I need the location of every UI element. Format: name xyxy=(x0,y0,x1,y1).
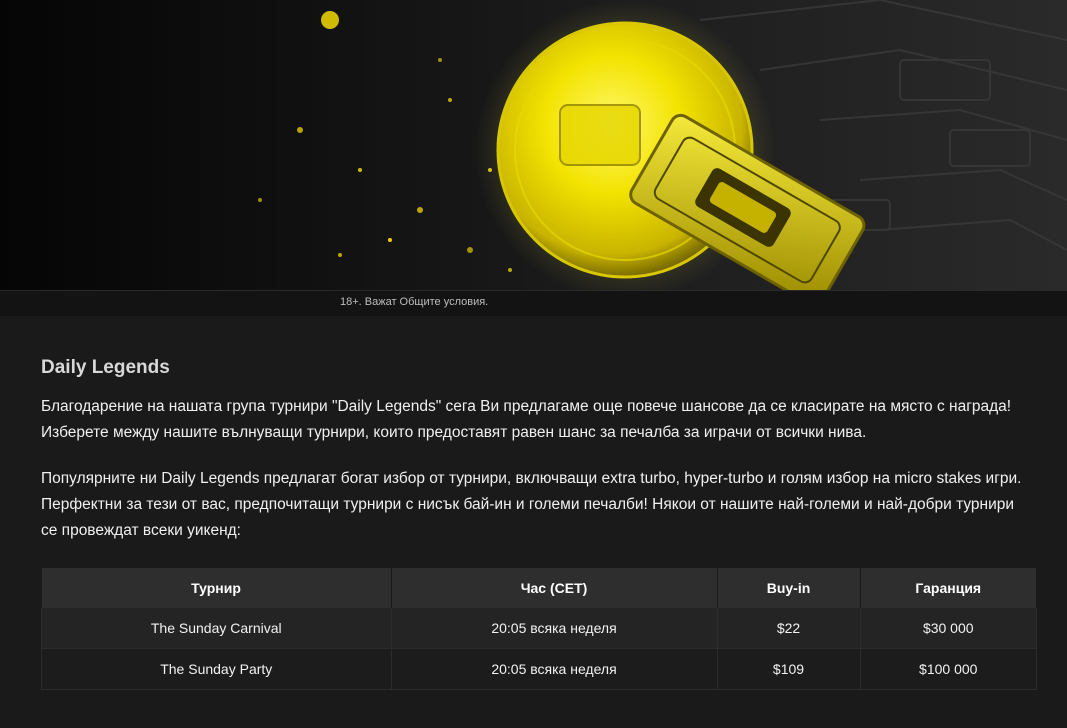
column-header-time: Час (CET) xyxy=(391,568,718,608)
intro-paragraph: Благодарение на нашата група турнири "Da… xyxy=(41,398,1012,441)
article-content: Daily Legends Благодарение на нашата гру… xyxy=(0,316,1067,690)
hero-artwork xyxy=(0,0,1067,290)
cell-tournament: The Sunday Party xyxy=(41,648,392,690)
cell-time: 20:05 всяка неделя xyxy=(391,608,718,649)
column-header-buyin: Buy-in xyxy=(717,568,861,608)
cell-buyin: $22 xyxy=(717,608,861,649)
table-header-row: Турнир Час (CET) Buy-in Гаранция xyxy=(41,568,1037,608)
age-disclaimer: 18+. Важат Общите условия. xyxy=(340,296,489,308)
table-row: The Sunday Party 20:05 всяка неделя $109… xyxy=(41,648,1037,690)
cell-time: 20:05 всяка неделя xyxy=(391,648,718,690)
cell-guarantee: $30 000 xyxy=(860,608,1037,649)
cell-buyin: $109 xyxy=(717,648,861,690)
table-row: The Sunday Carnival 20:05 всяка неделя $… xyxy=(41,608,1037,649)
column-header-guarantee: Гаранция xyxy=(860,568,1037,608)
cell-tournament: The Sunday Carnival xyxy=(41,608,392,649)
cell-guarantee: $100 000 xyxy=(860,648,1037,690)
details-paragraph: Популярните ни Daily Legends предлагат б… xyxy=(41,470,1022,539)
tournament-table: Турнир Час (CET) Buy-in Гаранция The Sun… xyxy=(41,568,1037,690)
column-header-tournament: Турнир xyxy=(41,568,392,608)
disclaimer-bar: 18+. Важат Общите условия. xyxy=(0,290,1067,316)
hero-banner xyxy=(0,0,1067,290)
article-title: Daily Legends xyxy=(41,357,170,378)
